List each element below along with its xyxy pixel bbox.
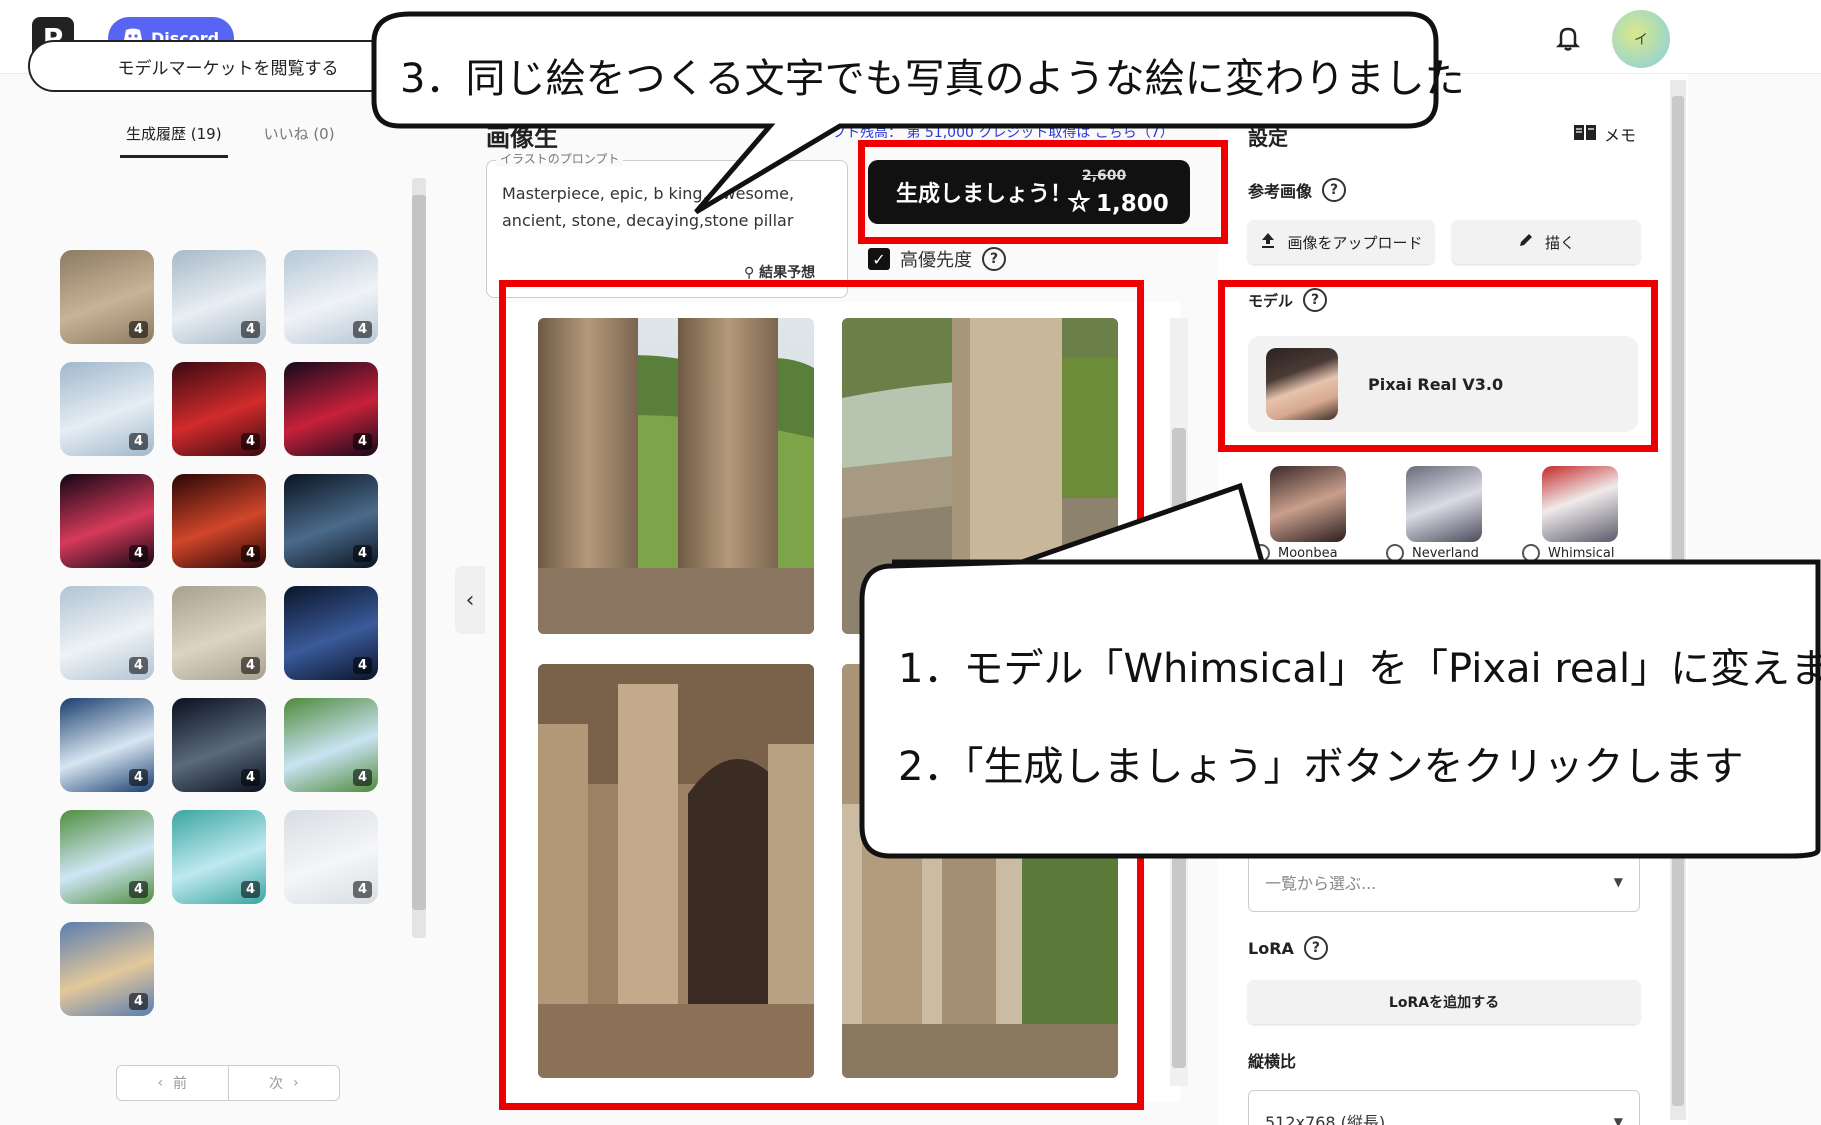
screenshot-root: P Discord イ モデルマーケットを閲覧する 生成履歴 (19) いいね … bbox=[0, 0, 1821, 1125]
top-callout-bubble bbox=[371, 11, 1439, 215]
callout-step2-text: 2．「生成しましょう」ボタンをクリックします bbox=[898, 744, 1744, 790]
callout-step1-text: 1．モデル「Whimsical」を「Pixai real」に変えます bbox=[898, 646, 1821, 692]
callout-top-text: 3．同じ絵をつくる文字でも写真のような絵に変わりました bbox=[400, 56, 1465, 102]
callout-shapes bbox=[371, 11, 1821, 859]
